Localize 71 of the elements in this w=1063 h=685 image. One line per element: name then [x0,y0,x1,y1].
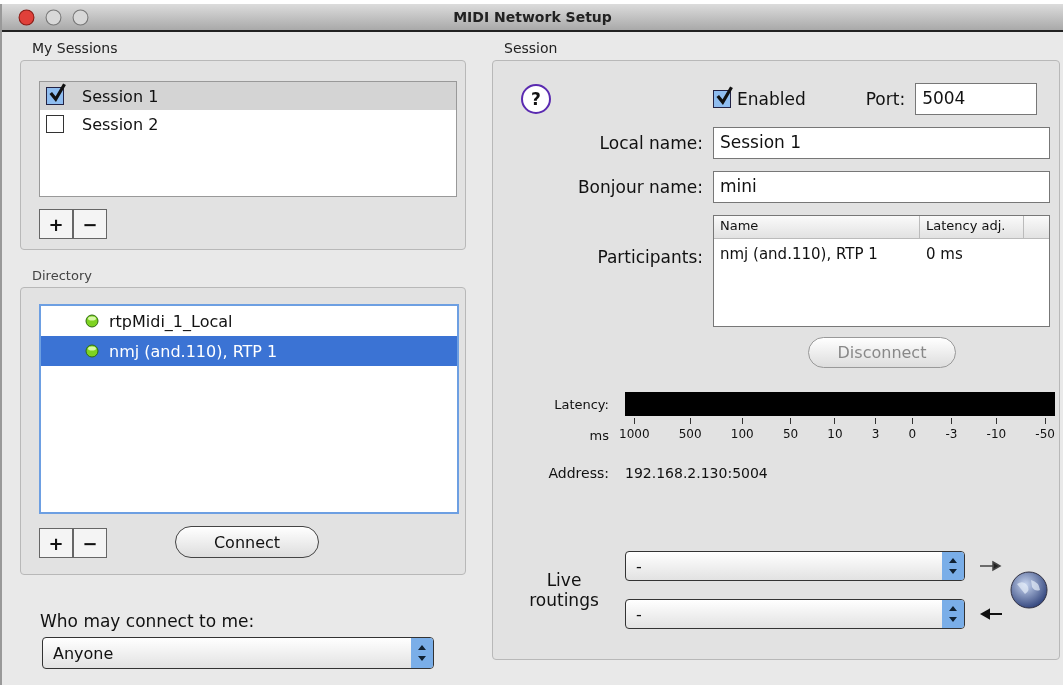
routing-dropdown[interactable]: - [625,551,965,581]
help-button[interactable]: ? [521,84,551,114]
tick-mark [834,418,836,424]
tick-label: 10 [827,427,843,441]
remove-button[interactable]: − [73,528,107,558]
field-label: Participants: [596,247,703,267]
tick-mark [875,418,877,424]
table-cell-text: 0 ms [925,245,963,263]
stepper-icon [942,552,964,580]
tick-mark [1044,418,1046,424]
stepper-icon [411,638,433,668]
minimize-icon[interactable] [45,8,62,26]
close-icon[interactable] [18,8,35,26]
tick-label: 500 [678,427,702,441]
stepper-icon [942,600,964,628]
session-name: Session 1 [82,86,159,106]
tick-label: 3 [871,427,880,441]
tick-label: 0 [908,427,917,441]
column-header[interactable]: Latency adj. [920,216,1024,238]
session-row[interactable]: Session 2 [40,110,456,138]
tick-label: 100 [730,427,754,441]
enabled-label: Enabled [737,89,806,109]
tick-mark [790,418,791,424]
column-header[interactable]: Name [714,216,920,238]
tick-label: 1000 [619,427,650,441]
unit-label: ms [588,428,609,443]
bonjour-name-field[interactable]: mini [713,171,1050,203]
tick-mark [741,418,743,424]
left-arrow-icon [979,608,1003,620]
directory-name: nmj (and.110), RTP 1 [109,341,278,361]
add-button[interactable]: + [39,528,73,558]
status-dot-icon [85,344,99,358]
latency-label: Latency: [553,396,609,412]
field-label: Bonjour name: [576,177,703,197]
status-dot-icon [85,314,99,328]
local-name-field[interactable]: Session 1 [713,127,1050,159]
tick-mark [911,418,913,424]
port-label: Port: [865,89,906,109]
tick-label: -3 [945,427,958,441]
access-label: Who may connect to me: [40,611,255,631]
tick-label: 50 [782,427,799,441]
tick-mark [995,418,997,424]
window-title: MIDI Network Setup [453,9,612,25]
remove-button[interactable]: − [73,209,107,239]
access-dropdown[interactable]: Anyone [42,637,434,669]
group-title: Session [504,40,558,56]
field-label: Local name: [598,133,703,153]
directory-row[interactable]: rtpMidi_1_Local [41,306,457,336]
tick-mark [689,418,691,424]
session-row[interactable]: Session 1 [40,82,456,110]
tick-mark [633,418,635,424]
table-cell-text: nmj (and.110), RTP 1 [719,245,879,263]
globe-icon[interactable] [1009,570,1049,610]
address-label: Address: [547,465,609,481]
directory-name: rtpMidi_1_Local [109,311,233,331]
add-button[interactable]: + [39,209,73,239]
checkbox[interactable] [46,115,64,133]
directory-row[interactable]: nmj (and.110), RTP 1 [41,336,457,366]
group-title: My Sessions [32,40,118,56]
right-arrow-icon [979,560,1003,572]
group-title: Directory [32,268,92,283]
routing-dropdown[interactable]: - [625,599,965,629]
tick-label: -10 [986,427,1007,441]
port-field[interactable]: 5004 [915,83,1038,115]
tick-label: -50 [1035,427,1055,441]
tick-mark [950,418,952,424]
address-value: 192.168.2.130:5004 [625,465,768,481]
connect-button[interactable]: Connect [175,526,319,558]
zoom-icon[interactable] [72,8,89,26]
live-routings-label: Live routings [528,570,600,610]
session-name: Session 2 [82,114,159,134]
